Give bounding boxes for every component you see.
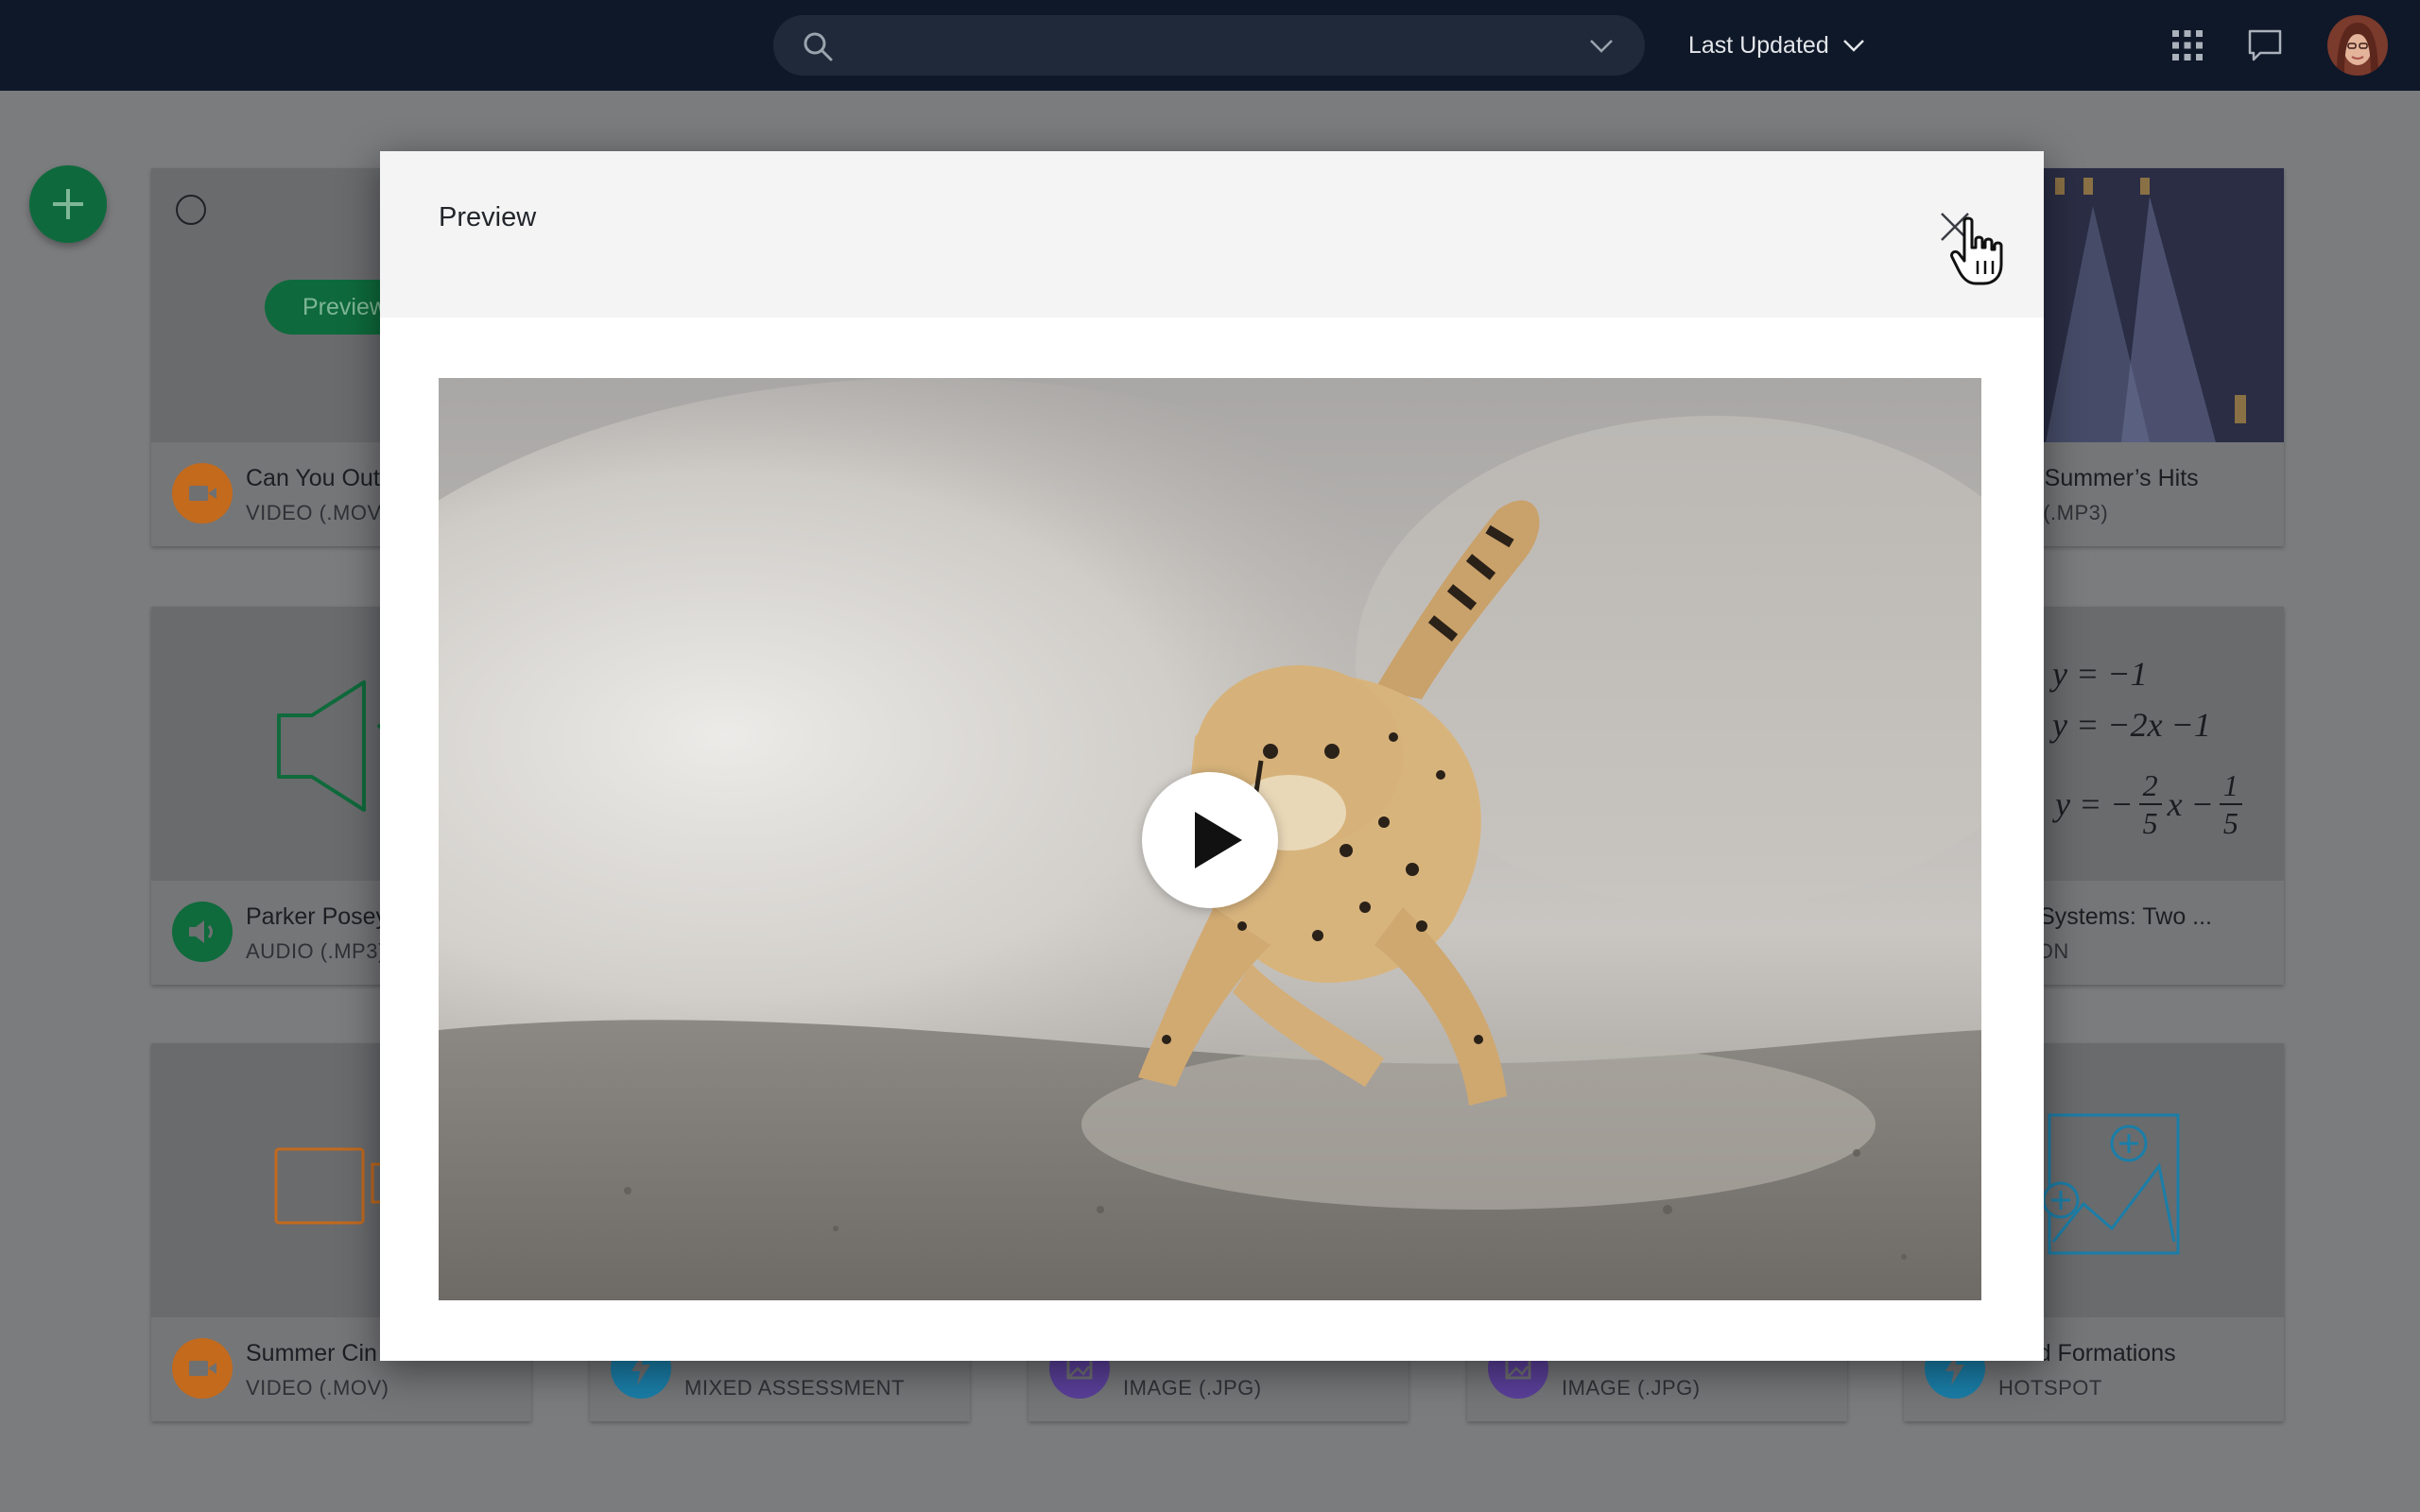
avatar-image [2327,15,2388,76]
math-line-3: y = − 2 5 x − 1 5 [2055,767,2242,841]
select-checkbox[interactable] [176,195,206,225]
search-bar[interactable] [773,15,1645,76]
preview-modal: Preview [380,151,2044,1361]
sort-label: Last Updated [1688,31,1829,59]
modal-header: Preview [380,151,2044,318]
play-icon [1195,812,1242,868]
video-preview[interactable] [439,378,1981,1300]
card-title: Summer Cin [246,1340,377,1366]
card-type: VIDEO (.MOV) [246,1376,389,1400]
plus-icon [53,189,83,219]
modal-title: Preview [439,202,537,232]
video-type-icon [172,463,233,524]
close-icon[interactable] [1936,208,1974,246]
play-button[interactable] [1142,772,1278,908]
sort-dropdown[interactable]: Last Updated [1688,26,1865,64]
video-type-icon [172,1338,233,1399]
search-icon [804,32,833,61]
card-title: Can You Out [246,465,380,491]
chat-icon[interactable] [2246,26,2284,64]
search-input[interactable] [853,26,1556,66]
add-button[interactable] [29,165,107,243]
apps-grid-icon[interactable] [2169,26,2206,64]
card-type: VIDEO (.MOV) [246,501,389,524]
card-type: MIXED ASSESSMENT [684,1376,905,1400]
card-type: AUDIO (.MP3) [246,939,386,963]
card-type: IMAGE (.JPG) [1123,1376,1262,1400]
card-type: HOTSPOT [1998,1376,2102,1400]
top-bar: Last Updated [0,0,2420,91]
math-line-2: 5 y = −2x −1 [2027,706,2211,744]
chevron-down-icon [1842,40,1864,52]
math-line-1: 5 y = −1 [2027,655,2148,693]
chevron-down-icon[interactable] [1588,38,1615,55]
audio-type-icon [172,902,233,962]
card-title: Parker Posey [246,903,389,930]
avatar[interactable] [2327,15,2388,76]
card-type: IMAGE (.JPG) [1562,1376,1701,1400]
